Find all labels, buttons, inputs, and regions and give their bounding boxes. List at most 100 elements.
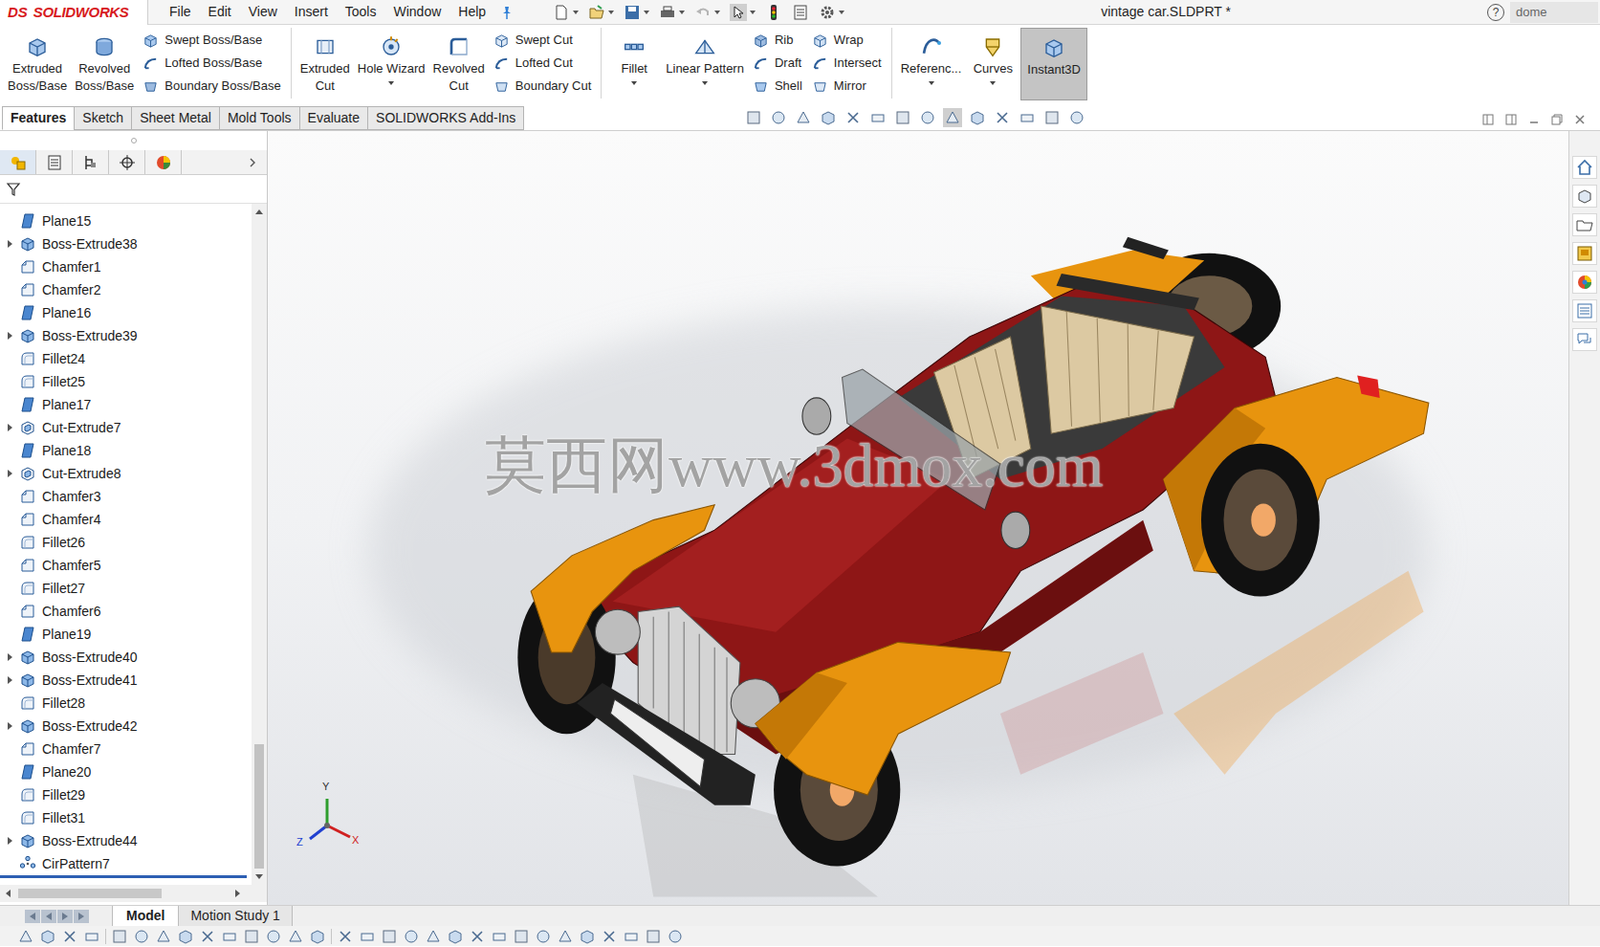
toolbar-tool-icon[interactable] (17, 927, 35, 945)
feature-label[interactable]: Fillet29 (42, 785, 86, 806)
feature-label[interactable]: Plane19 (42, 624, 91, 645)
file-explorer-icon[interactable] (1572, 213, 1598, 237)
feature-tree-item[interactable]: Plane15 (0, 209, 252, 233)
expand-arrow-icon[interactable] (7, 722, 13, 730)
feature-label[interactable]: Chamfer5 (42, 555, 101, 576)
feature-tree-item[interactable]: Chamfer5 (0, 553, 252, 577)
expand-arrow-slot[interactable] (1, 324, 18, 348)
expand-arrow-icon[interactable] (7, 469, 13, 478)
feature-tree-item[interactable]: Plane20 (0, 760, 252, 784)
toolbar-tool-icon[interactable] (512, 927, 530, 945)
toolbar-tool-icon[interactable] (336, 927, 354, 945)
view-tool-icon[interactable] (993, 109, 1011, 127)
view-tool-icon[interactable] (943, 109, 962, 127)
view-tool-icon[interactable] (768, 108, 789, 128)
minimize-icon[interactable] (1527, 112, 1541, 127)
feature-label[interactable]: Plane18 (42, 440, 91, 461)
axis-triad[interactable]: YXZ (292, 781, 364, 853)
view-tool-icon[interactable] (818, 108, 838, 128)
ribbon-small-button[interactable]: Shell (752, 74, 803, 98)
tile-left-icon[interactable] (1481, 112, 1495, 127)
search-box[interactable]: dome (1510, 1, 1599, 23)
restore-icon[interactable] (1550, 112, 1564, 127)
custom-properties-icon[interactable] (1572, 299, 1598, 323)
ribbon-small-button[interactable]: Intersect (811, 51, 882, 75)
feature-label[interactable]: Cut-Extrude8 (42, 463, 121, 484)
previous-tab-icon[interactable] (41, 909, 57, 923)
feature-label[interactable]: Boss-Extrude41 (42, 670, 138, 691)
expand-arrow-slot[interactable] (1, 416, 18, 439)
ribbon-small-button[interactable]: Draft (752, 51, 803, 75)
toolbar-tool-icon[interactable] (468, 927, 486, 945)
toolbar-tool-icon[interactable] (242, 927, 261, 945)
command-tab[interactable]: Mold Tools (219, 106, 301, 131)
toolbar-tool-icon[interactable] (132, 927, 151, 945)
view-tool-icon[interactable] (745, 109, 763, 127)
feature-tree-item[interactable]: Fillet31 (0, 806, 252, 830)
feature-tree-item[interactable]: Cut-Extrude8 (0, 461, 252, 485)
feature-label[interactable]: Chamfer2 (42, 280, 101, 301)
toolbar-tool-icon[interactable] (83, 927, 101, 945)
ribbon-button[interactable]: Fillet (606, 27, 662, 101)
car-model-render[interactable] (267, 131, 1569, 905)
command-tab[interactable]: Sketch (73, 106, 132, 131)
help-button[interactable]: ? (1487, 3, 1505, 22)
toolbar-button[interactable] (658, 3, 685, 22)
view-tool-icon[interactable] (769, 109, 788, 127)
expand-arrow-icon[interactable] (7, 836, 13, 845)
menu-item[interactable]: Help (450, 1, 494, 22)
expand-arrow-icon[interactable] (7, 676, 13, 684)
panel-tab[interactable] (109, 150, 146, 175)
close-icon[interactable] (1573, 112, 1587, 127)
feature-tree-item[interactable]: Fillet24 (0, 347, 252, 371)
ribbon-button[interactable]: Linear Pattern (661, 27, 748, 101)
toolbar-button[interactable] (791, 3, 810, 22)
toolbar-tool-icon[interactable] (358, 927, 376, 945)
minimize-icon[interactable] (1527, 112, 1541, 127)
feature-label[interactable]: Boss-Extrude44 (42, 831, 138, 852)
view-tool-icon[interactable] (968, 109, 987, 127)
toolbar-tool-icon[interactable] (380, 927, 398, 945)
vertical-scrollbar[interactable] (251, 203, 267, 885)
forum-icon[interactable] (1575, 329, 1595, 350)
toolbar-tool-icon[interactable] (308, 927, 327, 945)
toolbar-tool-icon[interactable] (132, 927, 151, 945)
toolbar-tool-icon[interactable] (622, 927, 640, 945)
toolbar-tool-icon[interactable] (556, 927, 574, 945)
command-tab[interactable]: Features (1, 106, 75, 131)
expand-arrow-slot[interactable] (1, 668, 18, 692)
ribbon-button[interactable]: RevolvedCut (429, 27, 489, 106)
open-folder-icon[interactable] (588, 3, 606, 22)
custom-properties-icon[interactable] (1575, 301, 1595, 321)
view-palette-icon[interactable] (1575, 243, 1595, 264)
view-tool-icon[interactable] (1068, 109, 1086, 127)
feature-label[interactable]: Fillet25 (42, 372, 86, 393)
view-tool-icon[interactable] (869, 109, 887, 127)
home-icon[interactable] (1575, 157, 1595, 177)
command-tab[interactable]: SOLIDWORKS Add-Ins (367, 106, 525, 131)
toolbar-tool-icon[interactable] (446, 927, 464, 945)
feature-tree-item[interactable]: Fillet28 (0, 691, 252, 715)
toolbar-tool-icon[interactable] (220, 927, 239, 945)
toolbar-tool-icon[interactable] (644, 927, 662, 945)
first-tab-icon[interactable] (24, 909, 41, 923)
view-tool-icon[interactable] (893, 108, 913, 128)
feature-tree-item[interactable]: CirPattern7 (0, 852, 252, 876)
toolbar-tool-icon[interactable] (490, 927, 508, 945)
expand-arrow-slot[interactable] (1, 461, 18, 485)
pin-icon[interactable] (499, 4, 515, 21)
feature-label[interactable]: Chamfer1 (42, 257, 101, 278)
feature-tree-item[interactable]: Chamfer7 (0, 737, 252, 761)
view-tool-icon[interactable] (744, 108, 764, 128)
panel-handle[interactable] (0, 131, 267, 151)
feature-label[interactable]: Fillet31 (42, 808, 86, 829)
toolbar-tool-icon[interactable] (61, 927, 79, 945)
scroll-left-icon[interactable] (5, 889, 11, 898)
file-properties-icon[interactable] (791, 3, 810, 22)
feature-label[interactable]: Boss-Extrude39 (42, 326, 138, 347)
menu-item[interactable]: Tools (337, 1, 385, 22)
feature-label[interactable]: Chamfer6 (42, 601, 101, 622)
feature-tree-item[interactable]: Boss-Extrude41 (0, 668, 252, 692)
restore-icon[interactable] (1550, 112, 1564, 127)
view-tool-icon[interactable] (868, 108, 888, 128)
